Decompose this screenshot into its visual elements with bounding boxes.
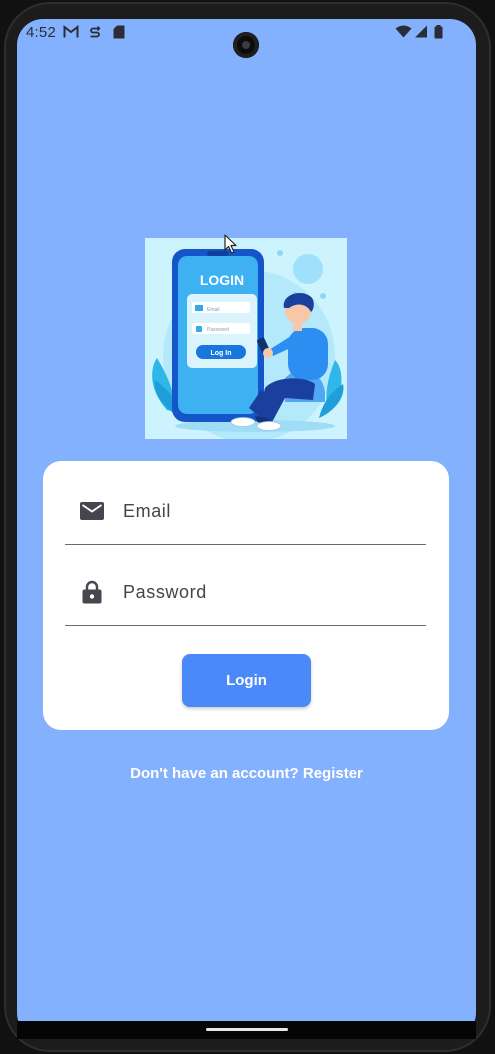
mouse-pointer-icon xyxy=(224,234,237,254)
password-input[interactable] xyxy=(123,577,413,607)
gmail-icon xyxy=(63,25,79,38)
illustration-login-button-label: Log In xyxy=(211,350,232,357)
illustration-password-label: Password xyxy=(207,327,229,333)
navigation-bar xyxy=(17,1021,476,1039)
home-gesture-bar[interactable] xyxy=(206,1028,288,1031)
front-camera xyxy=(233,32,259,58)
battery-icon xyxy=(434,25,443,39)
sd-card-icon xyxy=(113,25,125,39)
email-input[interactable] xyxy=(123,496,413,526)
email-icon xyxy=(80,502,104,520)
login-card: Login xyxy=(43,461,449,730)
app-screen: 4:52 LOGIN Email Password Log In Email L… xyxy=(17,19,476,1039)
sync-icon xyxy=(90,25,101,38)
status-time: 4:52 xyxy=(26,24,56,41)
cellular-signal-icon xyxy=(415,25,427,38)
email-field xyxy=(65,474,426,545)
illustration-login-label: LOGIN xyxy=(200,272,244,288)
login-illustration: LOGIN Email Password Log In xyxy=(145,238,347,439)
login-button[interactable]: Login xyxy=(182,654,311,707)
wifi-icon xyxy=(395,25,412,38)
lock-icon xyxy=(82,580,102,604)
illustration-email-label: Email xyxy=(207,307,220,313)
password-field xyxy=(65,555,426,626)
register-link[interactable]: Don't have an account? Register xyxy=(17,765,476,782)
